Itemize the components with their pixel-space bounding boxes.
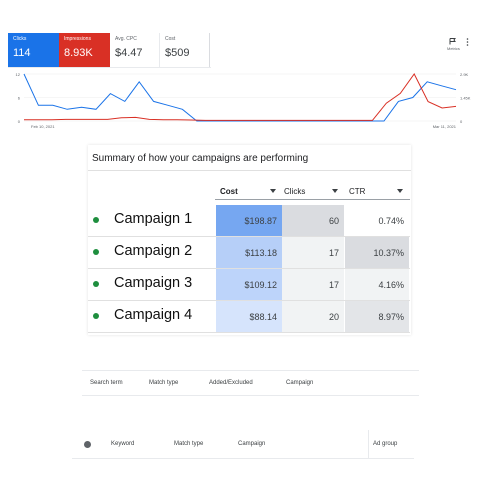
row-divider	[88, 332, 410, 333]
chart-flag-icon	[449, 38, 457, 45]
column-header-campaign[interactable]: Campaign	[238, 441, 265, 447]
sort-arrow-icon	[270, 189, 276, 193]
summary-divider	[88, 170, 411, 171]
metric-label: Impressions	[64, 36, 91, 42]
table-row[interactable]: Campaign 1 $198.87 60 0.74%	[88, 205, 410, 236]
search-terms-table-header: Search term Match type Added/Excluded Ca…	[82, 370, 419, 396]
cell-ctr: 4.16%	[345, 269, 409, 300]
metric-value: 114	[13, 47, 31, 59]
right-axis-tick-label: 1.45K	[460, 96, 471, 101]
column-header-search-term[interactable]: Search term	[90, 380, 123, 386]
column-header-match-type[interactable]: Match type	[174, 441, 203, 447]
cell-ctr: 10.37%	[345, 237, 409, 268]
metric-label: Cost	[165, 36, 176, 42]
x-axis-start-label: Feb 10, 2021	[31, 124, 55, 129]
campaign-name: Campaign 1	[114, 211, 193, 227]
status-header-icon	[84, 441, 91, 448]
table-row[interactable]: Campaign 2 $113.18 17 10.37%	[88, 237, 410, 268]
metrics-button-label: Metrics	[447, 46, 460, 51]
right-axis-tick-label: 0	[460, 119, 463, 124]
campaign-name: Campaign 2	[114, 243, 193, 259]
sort-arrow-icon	[332, 189, 338, 193]
performance-chart: 12 6 0 2.9K 1.45K 0 Feb 10, 2021 Mar 11, 2021	[16, 72, 471, 129]
left-axis-tick-label: 12	[16, 72, 21, 77]
cell-clicks: 17	[282, 269, 344, 300]
table-row[interactable]: Campaign 3 $109.12 17 4.16%	[88, 269, 410, 300]
campaign-name: Campaign 3	[114, 275, 193, 291]
left-axis-tick-label: 0	[18, 119, 21, 124]
x-axis-end-label: Mar 11, 2021	[433, 124, 457, 129]
more-vert-icon[interactable]	[466, 38, 469, 46]
cell-cost: $198.87	[216, 205, 282, 236]
column-header-campaign[interactable]: Campaign	[286, 380, 313, 386]
status-dot-icon	[93, 217, 99, 223]
campaign-name: Campaign 4	[114, 307, 193, 323]
metric-label: Clicks	[13, 36, 27, 42]
metric-card-cost[interactable]: Cost $509	[160, 33, 210, 67]
metric-card-clicks[interactable]: Clicks 114	[8, 33, 59, 67]
status-dot-icon	[93, 313, 99, 319]
column-header-clicks[interactable]: Clicks	[284, 183, 344, 199]
metric-card-avg-cpc[interactable]: Avg. CPC $4.47	[110, 33, 160, 67]
metric-value: $509	[165, 47, 190, 59]
cell-ctr: 8.97%	[345, 301, 409, 332]
cell-clicks: 17	[282, 237, 344, 268]
campaign-summary-card: Summary of how your campaigns are perfor…	[88, 145, 411, 335]
status-dot-icon	[93, 281, 99, 287]
column-header-label: CTR	[349, 186, 366, 196]
metrics-button[interactable]: Metrics	[447, 38, 460, 51]
column-header-cost[interactable]: Cost	[220, 183, 282, 199]
chart-toolbar: Metrics	[447, 38, 469, 51]
cell-clicks: 20	[282, 301, 344, 332]
column-header-keyword[interactable]: Keyword	[111, 441, 134, 447]
column-header-ad-group[interactable]: Ad group	[373, 441, 397, 447]
left-axis-tick-label: 6	[18, 96, 21, 101]
metric-value: $4.47	[115, 47, 143, 59]
table-row[interactable]: Campaign 4 $88.14 20 8.97%	[88, 301, 410, 332]
cell-clicks: 60	[282, 205, 344, 236]
metric-cards: Clicks 114 Impressions 8.93K Avg. CPC $4…	[8, 33, 210, 67]
sort-arrow-icon	[397, 189, 403, 193]
cell-cost: $113.18	[216, 237, 282, 268]
right-axis-tick-label: 2.9K	[460, 72, 469, 77]
column-header-ctr[interactable]: CTR	[349, 183, 409, 199]
column-header-match-type[interactable]: Match type	[149, 380, 178, 386]
keywords-table-header: Keyword Match type Campaign Ad group	[72, 430, 414, 459]
status-dot-icon	[93, 249, 99, 255]
cell-cost: $109.12	[216, 269, 282, 300]
cell-cost: $88.14	[216, 301, 282, 332]
chart-gridlines	[24, 73, 456, 122]
metric-card-impressions[interactable]: Impressions 8.93K	[59, 33, 110, 67]
summary-title: Summary of how your campaigns are perfor…	[92, 153, 309, 164]
column-header-label: Clicks	[284, 186, 306, 196]
header-underline	[215, 199, 410, 200]
column-header-added-excluded[interactable]: Added/Excluded	[209, 380, 253, 386]
column-divider	[368, 430, 369, 459]
metric-value: 8.93K	[64, 47, 93, 59]
metric-label: Avg. CPC	[115, 36, 137, 42]
cell-ctr: 0.74%	[345, 205, 409, 236]
column-header-label: Cost	[220, 186, 238, 196]
